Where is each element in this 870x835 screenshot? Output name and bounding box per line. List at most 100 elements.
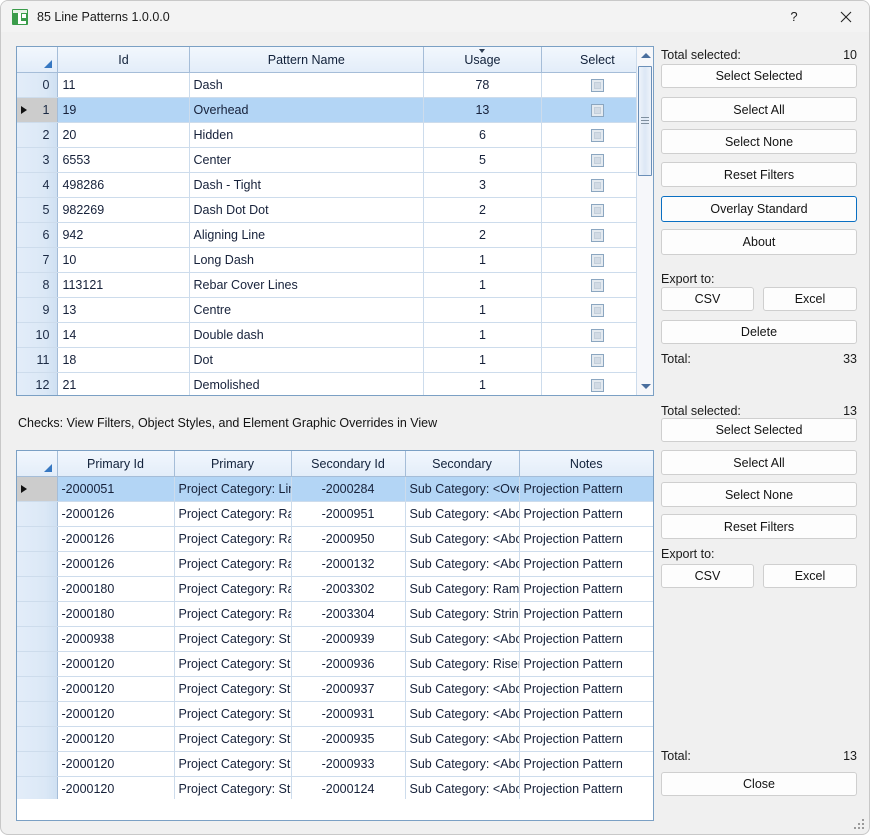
cell-primary[interactable]: Project Category: Lines: [174, 477, 291, 502]
cell-pattern-name[interactable]: Aligning Line: [189, 223, 424, 248]
cell-id[interactable]: 498286: [58, 173, 189, 198]
table-row[interactable]: -2000051Project Category: Lines-2000284S…: [17, 477, 653, 502]
row-header-cell[interactable]: [17, 502, 57, 527]
cell-usage[interactable]: 2: [424, 198, 542, 223]
cell-usage[interactable]: 1: [424, 323, 542, 348]
patterns-vertical-scrollbar[interactable]: [636, 47, 653, 395]
checkbox-icon[interactable]: [591, 104, 604, 117]
cell-secondary[interactable]: Sub Category: <Abov...: [405, 702, 519, 727]
cell-primary[interactable]: Project Category: Ra...: [174, 577, 291, 602]
checkbox-icon[interactable]: [591, 179, 604, 192]
cell-notes[interactable]: Projection Pattern: [519, 677, 653, 702]
cell-pattern-name[interactable]: Demolished: [189, 373, 424, 397]
cell-pattern-name[interactable]: Double dash: [189, 323, 424, 348]
table-row[interactable]: -2000126Project Category: Raili...-20001…: [17, 552, 653, 577]
cell-primary[interactable]: Project Category: Stairs: [174, 677, 291, 702]
cell-notes[interactable]: Projection Pattern: [519, 477, 653, 502]
cell-primary-id[interactable]: -2000120: [57, 727, 174, 752]
cell-id[interactable]: 13: [58, 298, 189, 323]
row-header-cell[interactable]: [17, 752, 57, 777]
cell-notes[interactable]: Projection Pattern: [519, 602, 653, 627]
cell-usage[interactable]: 2: [424, 223, 542, 248]
column-header-pattern-name[interactable]: Pattern Name: [189, 47, 424, 73]
checks-reset-filters-button[interactable]: Reset Filters: [661, 514, 857, 539]
checkbox-icon[interactable]: [591, 129, 604, 142]
cell-primary[interactable]: Project Category: Stairs: [174, 752, 291, 777]
row-header-cell[interactable]: 9: [17, 298, 58, 323]
checkbox-icon[interactable]: [591, 379, 604, 392]
checkbox-icon[interactable]: [591, 204, 604, 217]
cell-primary[interactable]: Project Category: Ra...: [174, 602, 291, 627]
table-row[interactable]: 36553Center5: [17, 148, 653, 173]
cell-primary[interactable]: Project Category: Stairs: [174, 777, 291, 801]
table-row[interactable]: 1221Demolished1: [17, 373, 653, 397]
cell-usage[interactable]: 5: [424, 148, 542, 173]
cell-usage[interactable]: 78: [424, 73, 542, 98]
cell-notes[interactable]: Projection Pattern: [519, 652, 653, 677]
table-row[interactable]: 6942Aligning Line2: [17, 223, 653, 248]
table-row[interactable]: -2000120Project Category: Stairs-2000937…: [17, 677, 653, 702]
cell-primary-id[interactable]: -2000126: [57, 527, 174, 552]
cell-primary-id[interactable]: -2000180: [57, 602, 174, 627]
patterns-export-csv-button[interactable]: CSV: [661, 287, 754, 311]
cell-secondary-id[interactable]: -2003302: [291, 577, 405, 602]
cell-notes[interactable]: Projection Pattern: [519, 752, 653, 777]
checkbox-icon[interactable]: [591, 329, 604, 342]
table-row[interactable]: 1014Double dash1: [17, 323, 653, 348]
cell-usage[interactable]: 1: [424, 348, 542, 373]
patterns-delete-button[interactable]: Delete: [661, 320, 857, 344]
row-header-cell[interactable]: [17, 702, 57, 727]
table-row[interactable]: -2000120Project Category: Stairs-2000933…: [17, 752, 653, 777]
cell-secondary-id[interactable]: -2003304: [291, 602, 405, 627]
column-header-primary-id[interactable]: Primary Id: [57, 451, 174, 477]
cell-secondary[interactable]: Sub Category: Ramps...: [405, 577, 519, 602]
row-header-cell[interactable]: 6: [17, 223, 58, 248]
table-row[interactable]: 5982269Dash Dot Dot2: [17, 198, 653, 223]
cell-secondary[interactable]: Sub Category: <Abov...: [405, 627, 519, 652]
cell-id[interactable]: 942: [58, 223, 189, 248]
cell-id[interactable]: 982269: [58, 198, 189, 223]
scroll-down-button[interactable]: [637, 378, 654, 395]
table-row[interactable]: -2000180Project Category: Ra...-2003304S…: [17, 602, 653, 627]
cell-primary-id[interactable]: -2000938: [57, 627, 174, 652]
cell-usage[interactable]: 1: [424, 373, 542, 397]
table-row[interactable]: -2000126Project Category: Raili...-20009…: [17, 502, 653, 527]
cell-pattern-name[interactable]: Dash Dot Dot: [189, 198, 424, 223]
cell-secondary-id[interactable]: -2000132: [291, 552, 405, 577]
row-header-cell[interactable]: [17, 652, 57, 677]
row-header-cell[interactable]: 4: [17, 173, 58, 198]
row-header-cell[interactable]: [17, 577, 57, 602]
cell-usage[interactable]: 13: [424, 98, 542, 123]
table-row[interactable]: -2000180Project Category: Ra...-2003302S…: [17, 577, 653, 602]
checks-select-all-corner-header[interactable]: [17, 451, 57, 477]
cell-id[interactable]: 14: [58, 323, 189, 348]
help-button[interactable]: ?: [771, 1, 817, 32]
line-patterns-table[interactable]: Id Pattern Name Usage Select 011Dash7811…: [16, 46, 654, 396]
cell-primary[interactable]: Project Category: Raili...: [174, 502, 291, 527]
cell-pattern-name[interactable]: Long Dash: [189, 248, 424, 273]
patterns-select-none-button[interactable]: Select None: [661, 129, 857, 154]
column-header-id[interactable]: Id: [58, 47, 189, 73]
cell-secondary[interactable]: Sub Category: <Over...: [405, 477, 519, 502]
table-row[interactable]: 710Long Dash1: [17, 248, 653, 273]
row-header-cell[interactable]: 8: [17, 273, 58, 298]
patterns-select-all-button[interactable]: Select All: [661, 97, 857, 122]
cell-usage[interactable]: 3: [424, 173, 542, 198]
row-header-cell[interactable]: 12: [17, 373, 58, 397]
row-header-cell[interactable]: 7: [17, 248, 58, 273]
cell-secondary[interactable]: Sub Category: Stringe...: [405, 602, 519, 627]
checkbox-icon[interactable]: [591, 354, 604, 367]
cell-notes[interactable]: Projection Pattern: [519, 777, 653, 801]
checkbox-icon[interactable]: [591, 154, 604, 167]
cell-pattern-name[interactable]: Dash - Tight: [189, 173, 424, 198]
cell-secondary-id[interactable]: -2000931: [291, 702, 405, 727]
cell-secondary-id[interactable]: -2000284: [291, 477, 405, 502]
row-header-cell[interactable]: 10: [17, 323, 58, 348]
cell-secondary[interactable]: Sub Category: <Abov...: [405, 502, 519, 527]
checkbox-icon[interactable]: [591, 229, 604, 242]
row-header-cell[interactable]: 2: [17, 123, 58, 148]
row-header-cell[interactable]: [17, 777, 57, 801]
checks-table[interactable]: Primary Id Primary Secondary Id Secondar…: [16, 450, 654, 800]
checks-export-csv-button[interactable]: CSV: [661, 564, 754, 588]
table-row[interactable]: 011Dash78: [17, 73, 653, 98]
